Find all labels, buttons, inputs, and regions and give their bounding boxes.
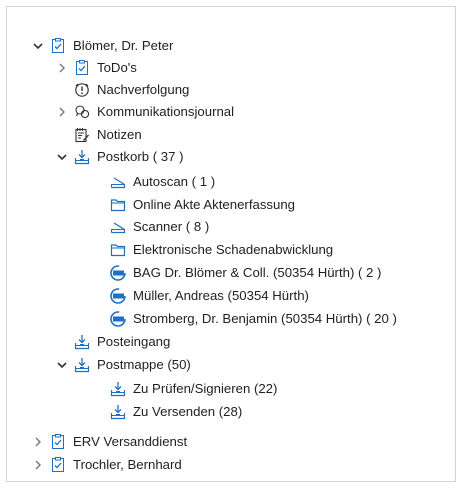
chevron-down-icon[interactable]: [55, 358, 69, 372]
tree-item-label: Postkorb ( 37 ): [97, 149, 184, 164]
tree-item-label: Stromberg, Dr. Benjamin (50354 Hürth) ( …: [133, 311, 397, 326]
tree-item-label: Kommunikationsjournal: [97, 104, 235, 119]
checklist-document-icon: [49, 433, 67, 451]
tree-item-label: Müller, Andreas (50354 Hürth): [133, 288, 309, 303]
tree-item-nachverfolgung[interactable]: Nachverfolgung: [73, 79, 189, 101]
tree-item-label: Blömer, Dr. Peter: [73, 38, 174, 53]
chevron-down-icon[interactable]: [55, 150, 69, 164]
chevron-down-icon[interactable]: [31, 39, 45, 53]
inbox-tray-icon: [73, 333, 91, 351]
tree-item-label: BAG Dr. Blömer & Coll. (50354 Hürth) ( 2…: [133, 265, 382, 280]
tree-item-todos[interactable]: ToDo's: [55, 57, 137, 79]
bea-mailbox-icon: [109, 287, 127, 305]
tree-item-trochler[interactable]: Trochler, Bernhard: [31, 454, 182, 476]
scanner-icon: [109, 173, 127, 191]
alert-circle-icon: [73, 81, 91, 99]
tree-item-label: Scanner ( 8 ): [133, 219, 210, 234]
tree-item-bag[interactable]: BAG Dr. Blömer & Coll. (50354 Hürth) ( 2…: [109, 262, 381, 284]
tree-item-zu-pruefen[interactable]: Zu Prüfen/Signieren (22): [109, 378, 277, 400]
tree-item-label: Postmappe (50): [97, 357, 191, 372]
tree-item-erv-versanddienst[interactable]: ERV Versanddienst: [31, 431, 187, 453]
tree-item-kommunikationsjournal[interactable]: Kommunikationsjournal: [55, 101, 234, 123]
tree-item-posteingang[interactable]: Posteingang: [73, 331, 170, 353]
tree-item-label: Autoscan ( 1 ): [133, 174, 216, 189]
chevron-right-icon[interactable]: [31, 458, 45, 472]
folder-icon: [109, 241, 127, 259]
tree-item-stromberg[interactable]: Stromberg, Dr. Benjamin (50354 Hürth) ( …: [109, 308, 397, 330]
tree-item-scanner[interactable]: Scanner ( 8 ): [109, 216, 209, 238]
tree-item-postmappe[interactable]: Postmappe (50): [55, 354, 191, 376]
tree-item-label: Nachverfolgung: [97, 82, 190, 97]
tree-item-label: Elektronische Schadenabwicklung: [133, 242, 334, 257]
tree-item-label: Trochler, Bernhard: [73, 457, 182, 472]
tree-item-bloemer[interactable]: Blömer, Dr. Peter: [31, 35, 173, 57]
tree-item-label: Notizen: [97, 127, 142, 142]
inbox-tray-icon: [73, 356, 91, 374]
tree-item-mueller[interactable]: Müller, Andreas (50354 Hürth): [109, 285, 309, 307]
navigation-tree-panel: Blömer, Dr. Peter ToDo's Nachverfolgung …: [6, 6, 456, 482]
checklist-document-icon: [73, 59, 91, 77]
tree-item-label: Online Akte Aktenerfassung: [133, 197, 296, 212]
tree-item-label: ToDo's: [97, 60, 137, 75]
folder-icon: [109, 196, 127, 214]
inbox-tray-icon: [73, 148, 91, 166]
tree-item-postkorb[interactable]: Postkorb ( 37 ): [55, 146, 184, 168]
tree-item-autoscan[interactable]: Autoscan ( 1 ): [109, 171, 215, 193]
tree-item-zu-versenden[interactable]: Zu Versenden (28): [109, 401, 242, 423]
tree-item-label: Zu Versenden (28): [133, 404, 243, 419]
tree-item-label: Zu Prüfen/Signieren (22): [133, 381, 278, 396]
tree-item-elektronische-schadenabwicklung[interactable]: Elektronische Schadenabwicklung: [109, 239, 333, 261]
tree-item-label: Posteingang: [97, 334, 171, 349]
note-edit-icon: [73, 126, 91, 144]
tree-item-online-akte[interactable]: Online Akte Aktenerfassung: [109, 194, 295, 216]
bea-mailbox-icon: [109, 264, 127, 282]
checklist-document-icon: [49, 456, 67, 474]
chevron-right-icon[interactable]: [55, 105, 69, 119]
chevron-right-icon[interactable]: [55, 61, 69, 75]
conversation-icon: [73, 103, 91, 121]
chevron-right-icon[interactable]: [31, 435, 45, 449]
inbox-tray-icon: [109, 380, 127, 398]
tree-item-notizen[interactable]: Notizen: [73, 124, 142, 146]
inbox-tray-icon: [109, 403, 127, 421]
scanner-icon: [109, 218, 127, 236]
tree-item-label: ERV Versanddienst: [73, 434, 188, 449]
bea-mailbox-icon: [109, 310, 127, 328]
checklist-document-icon: [49, 37, 67, 55]
